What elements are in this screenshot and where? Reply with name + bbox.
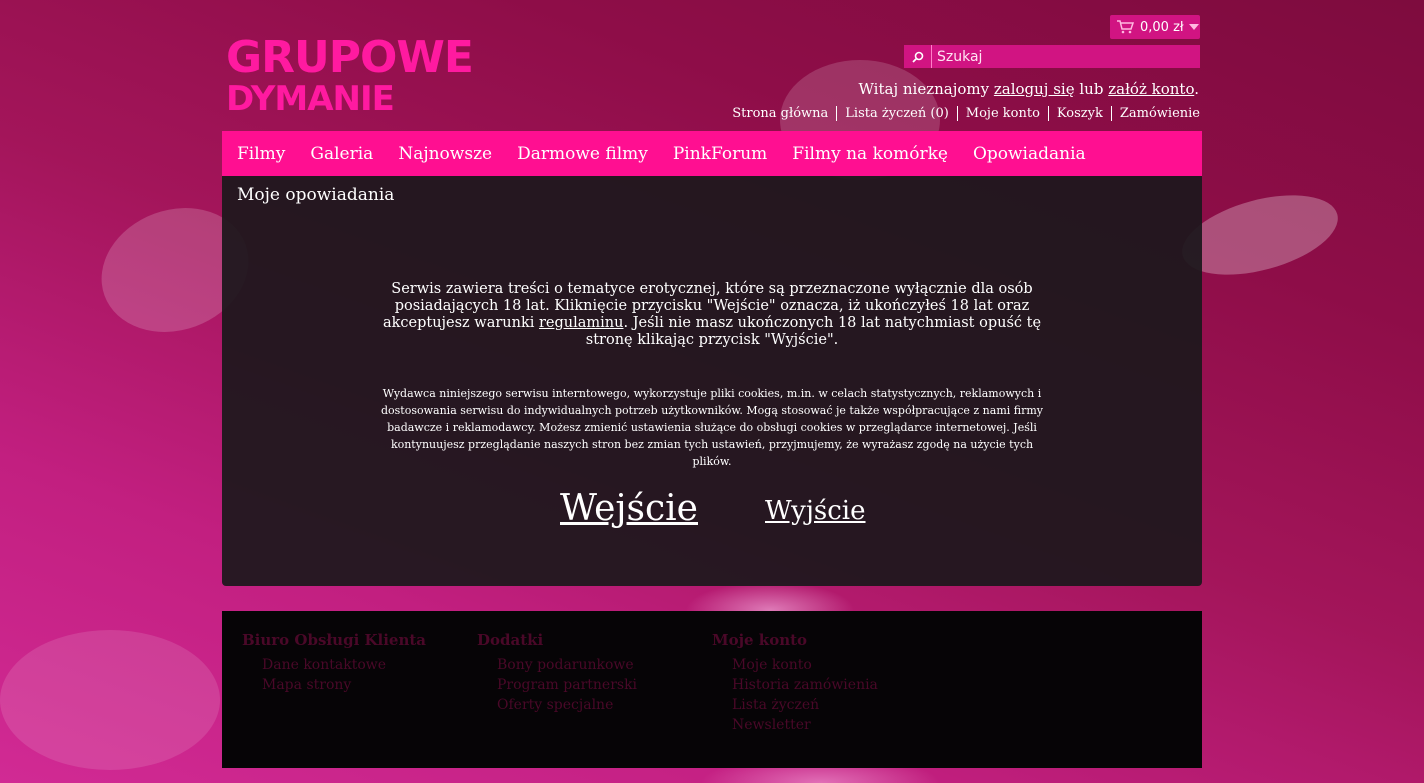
cart-amount: 0,00 zł [1140, 19, 1184, 35]
exit-button[interactable]: Wyjście [765, 496, 866, 526]
notice-text-2: . Jeśli nie masz ukończonych 18 lat naty… [585, 315, 1042, 348]
site-logo[interactable]: GRUPOWE DYMANIE [226, 32, 474, 119]
top-links: Strona główna Lista życzeń (0) Moje kont… [724, 106, 1200, 121]
footer-heading: Dodatki [477, 631, 544, 649]
welcome-prefix: Witaj nieznajomy [858, 80, 994, 98]
nav-item-filmy-na-komorke[interactable]: Filmy na komórkę [792, 144, 948, 164]
login-link[interactable]: zaloguj się [994, 80, 1075, 98]
footer-link-contact[interactable]: Dane kontaktowe [262, 655, 426, 675]
welcome-text: Witaj nieznajomy zaloguj się lub załóż k… [859, 80, 1199, 98]
search-icon [911, 51, 923, 63]
footer-link-gift-vouchers[interactable]: Bony podarunkowe [497, 655, 637, 675]
register-link[interactable]: załóż konto [1108, 80, 1194, 98]
background-silhouette [0, 630, 220, 770]
terms-link[interactable]: regulaminu [539, 315, 623, 331]
footer-link-wishlist[interactable]: Lista życzeń [732, 695, 878, 715]
welcome-middle: lub [1074, 80, 1109, 98]
toplink-checkout[interactable]: Zamówienie [1110, 106, 1200, 121]
toplink-cart[interactable]: Koszyk [1047, 106, 1111, 121]
cookies-notice: Wydawca niniejszego serwisu interntowego… [381, 387, 1043, 468]
footer-column-extras: Dodatki Bony podarunkowe Program partner… [477, 631, 637, 715]
search-bar [904, 45, 1200, 68]
footer: Biuro Obsługi Klienta Dane kontaktowe Ma… [222, 611, 1202, 768]
nav-item-darmowe-filmy[interactable]: Darmowe filmy [517, 144, 648, 164]
main-nav: Filmy Galeria Najnowsze Darmowe filmy Pi… [222, 131, 1202, 176]
search-button[interactable] [904, 45, 932, 68]
welcome-suffix: . [1194, 80, 1199, 98]
footer-link-account[interactable]: Moje konto [732, 655, 878, 675]
chevron-down-icon [1188, 24, 1199, 30]
toplink-wishlist[interactable]: Lista życzeń (0) [836, 106, 957, 121]
footer-link-newsletter[interactable]: Newsletter [732, 715, 878, 735]
footer-heading: Biuro Obsługi Klienta [242, 631, 427, 649]
footer-link-sitemap[interactable]: Mapa strony [262, 675, 426, 695]
footer-column-customer-service: Biuro Obsługi Klienta Dane kontaktowe Ma… [242, 631, 426, 695]
nav-item-filmy[interactable]: Filmy [237, 144, 285, 164]
footer-column-account: Moje konto Moje konto Historia zamówieni… [712, 631, 878, 735]
logo-line-1: GRUPOWE [226, 32, 474, 83]
toplink-account[interactable]: Moje konto [956, 106, 1048, 121]
nav-item-opowiadania[interactable]: Opowiadania [973, 144, 1086, 164]
page-title: Moje opowiadania [237, 185, 395, 205]
cart-button[interactable]: 0,00 zł [1110, 15, 1200, 39]
age-notice: Serwis zawiera treści o tematyce erotycz… [372, 281, 1052, 349]
footer-link-order-history[interactable]: Historia zamówienia [732, 675, 878, 695]
nav-item-pinkforum[interactable]: PinkForum [673, 144, 767, 164]
cart-icon [1117, 20, 1134, 34]
toplink-home[interactable]: Strona główna [724, 106, 836, 121]
content-panel: Moje opowiadania Serwis zawiera treści o… [222, 176, 1202, 586]
footer-link-affiliate[interactable]: Program partnerski [497, 675, 637, 695]
search-input[interactable] [932, 45, 1200, 68]
nav-item-najnowsze[interactable]: Najnowsze [398, 144, 492, 164]
footer-link-specials[interactable]: Oferty specjalne [497, 695, 637, 715]
footer-heading: Moje konto [712, 631, 808, 649]
nav-item-galeria[interactable]: Galeria [310, 144, 373, 164]
enter-button[interactable]: Wejście [560, 488, 698, 529]
logo-line-2: DYMANIE [226, 79, 395, 119]
